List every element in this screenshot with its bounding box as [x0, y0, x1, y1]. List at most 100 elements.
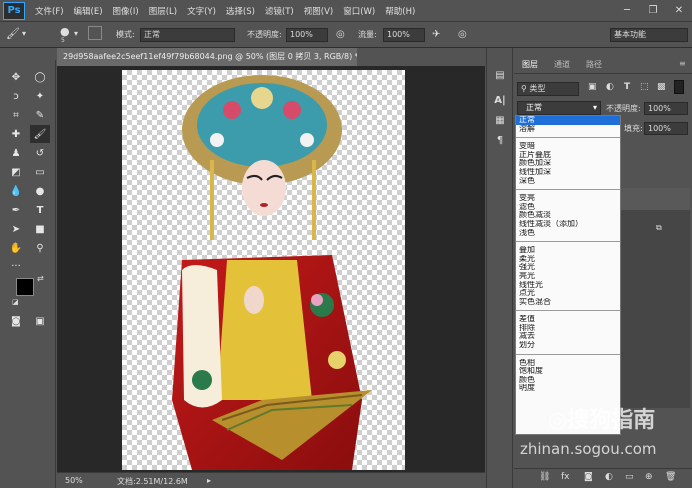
tool-preset-arrow-icon[interactable]: ▾ [22, 29, 26, 38]
layer-style-icon[interactable]: fx [561, 472, 570, 482]
menu-view[interactable]: 视图(V) [304, 5, 333, 17]
opacity-field[interactable]: 100% [286, 28, 328, 42]
tab-channels[interactable]: 通道 [554, 59, 570, 70]
swap-colors-icon[interactable]: ⇄ [37, 274, 44, 283]
new-layer-icon[interactable]: ⊕ [645, 472, 653, 482]
brush-panel-icon[interactable] [88, 26, 102, 40]
quick-mask-icon[interactable]: ◙ [6, 312, 26, 330]
blend-option[interactable]: 颜色 [516, 376, 620, 385]
blend-option[interactable]: 色相 [516, 359, 620, 368]
foreground-color-swatch[interactable] [16, 278, 34, 296]
menu-file[interactable]: 文件(F) [35, 5, 64, 17]
rectangle-tool-icon[interactable]: ■ [30, 220, 50, 238]
menu-edit[interactable]: 编辑(E) [74, 5, 103, 17]
eyedropper-icon[interactable]: ✎ [30, 106, 50, 124]
more-tools-icon[interactable]: ··· [6, 257, 26, 275]
maximize-button[interactable]: ❐ [642, 2, 664, 18]
blend-option[interactable]: 减去 [516, 332, 620, 341]
add-mask-icon[interactable]: ◙ [584, 472, 593, 482]
blend-mode-dropdown[interactable]: 正常 溶解 变暗 正片叠底 颜色加深 线性加深 深色 变亮 滤色 颜色减淡 线性… [515, 115, 621, 435]
filter-toggle[interactable] [674, 80, 684, 94]
menu-filter[interactable]: 滤镜(T) [265, 5, 294, 17]
layer-opacity-field[interactable]: 100% [644, 102, 688, 115]
new-group-icon[interactable]: ▭ [625, 472, 634, 482]
healing-brush-icon[interactable]: ✚ [6, 125, 26, 143]
default-colors-icon[interactable]: ◪ [12, 298, 19, 306]
blend-option[interactable]: 变亮 [516, 194, 620, 203]
blend-option[interactable]: 差值 [516, 315, 620, 324]
menu-window[interactable]: 窗口(W) [343, 5, 375, 17]
blend-option[interactable]: 柔光 [516, 255, 620, 264]
zoom-tool-icon[interactable]: ⚲ [30, 239, 50, 257]
character-panel-icon[interactable]: A| [490, 91, 510, 109]
blend-option[interactable]: 滤色 [516, 203, 620, 212]
fill-field[interactable]: 100% [644, 122, 688, 135]
blur-tool-icon[interactable]: 💧 [6, 182, 26, 200]
blend-option[interactable]: 颜色减淡 [516, 211, 620, 220]
delete-layer-icon[interactable]: 🗑 [665, 472, 676, 482]
blend-option[interactable]: 溶解 [516, 125, 620, 134]
paragraph-panel-icon[interactable]: ¶ [490, 131, 510, 149]
path-selection-icon[interactable]: ➤ [6, 220, 26, 238]
blend-option[interactable]: 线性光 [516, 281, 620, 290]
blend-option[interactable]: 颜色加深 [516, 159, 620, 168]
hand-tool-icon[interactable]: ✋ [6, 239, 26, 257]
history-brush-icon[interactable]: ↺ [30, 144, 50, 162]
screen-mode-icon[interactable]: ▣ [30, 312, 50, 330]
menu-layer[interactable]: 图层(L) [149, 5, 177, 17]
blend-option[interactable]: 亮光 [516, 272, 620, 281]
blend-option[interactable]: 深色 [516, 177, 620, 186]
blend-option[interactable]: 强光 [516, 263, 620, 272]
blend-mode-select[interactable]: 正常 ▾ [517, 101, 601, 115]
blend-option[interactable]: 变暗 [516, 142, 620, 151]
filter-shape-icon[interactable]: ⬚ [640, 82, 649, 92]
filter-smart-object-icon[interactable]: ▩ [657, 82, 666, 92]
marquee-tool-icon[interactable]: ◯ [30, 68, 50, 86]
airbrush-icon[interactable]: ✈ [432, 29, 440, 40]
pressure-opacity-icon[interactable]: ◎ [336, 29, 345, 40]
filter-adjustment-icon[interactable]: ◐ [606, 82, 614, 92]
history-panel-icon[interactable]: ▤ [490, 66, 510, 84]
tab-layers[interactable]: 图层 [522, 59, 538, 70]
blend-option[interactable]: 叠加 [516, 246, 620, 255]
brush-tool-icon[interactable]: 🖌 [6, 27, 20, 40]
gradient-tool-icon[interactable]: ▭ [30, 163, 50, 181]
blend-option[interactable]: 划分 [516, 341, 620, 350]
brush-tool-icon-selected[interactable]: 🖌 [30, 125, 50, 143]
blend-option[interactable]: 正常 [516, 116, 620, 125]
pressure-size-icon[interactable]: ◎ [458, 29, 467, 40]
adjustment-layer-icon[interactable]: ◐ [605, 472, 613, 482]
blend-option[interactable]: 线性加深 [516, 168, 620, 177]
dodge-tool-icon[interactable]: ● [30, 182, 50, 200]
document-tab[interactable]: 29d958aafee2c5eef11ef49f79b68044.png @ 5… [57, 48, 357, 66]
panel-menu-icon[interactable]: ≡ [679, 59, 686, 68]
pen-tool-icon[interactable]: ✒ [6, 201, 26, 219]
menu-help[interactable]: 帮助(H) [385, 5, 415, 17]
properties-panel-icon[interactable]: ▦ [490, 111, 510, 129]
tab-paths[interactable]: 路径 [586, 59, 602, 70]
menu-image[interactable]: 图像(I) [113, 5, 139, 17]
blend-option[interactable]: 排除 [516, 324, 620, 333]
menu-select[interactable]: 选择(S) [226, 5, 255, 17]
flow-field[interactable]: 100% [383, 28, 425, 42]
zoom-level[interactable]: 50% [65, 476, 83, 485]
filter-type-select[interactable]: ⚲ 类型 [517, 82, 579, 96]
close-button[interactable]: ✕ [668, 2, 690, 18]
mode-select[interactable]: 正常 [140, 28, 235, 42]
type-tool-icon[interactable]: T [30, 201, 50, 219]
blend-option[interactable]: 饱和度 [516, 367, 620, 376]
move-tool-icon[interactable]: ✥ [6, 68, 26, 86]
filter-pixel-icon[interactable]: ▣ [588, 82, 597, 92]
brush-picker-arrow-icon[interactable]: ▾ [74, 29, 78, 38]
lasso-tool-icon[interactable]: ↄ [6, 87, 26, 105]
link-layers-icon[interactable]: ⛓ [539, 472, 550, 482]
blend-option[interactable]: 浅色 [516, 229, 620, 238]
blend-option[interactable]: 线性减淡（添加） [516, 220, 620, 229]
magic-wand-icon[interactable]: ✦ [30, 87, 50, 105]
blend-option[interactable]: 正片叠底 [516, 151, 620, 160]
workspace-select[interactable]: 基本功能 [610, 28, 688, 42]
filter-type-icon[interactable]: T [624, 82, 630, 92]
eraser-icon[interactable]: ◩ [6, 163, 26, 181]
blend-option[interactable]: 实色混合 [516, 298, 620, 307]
menu-type[interactable]: 文字(Y) [187, 5, 216, 17]
